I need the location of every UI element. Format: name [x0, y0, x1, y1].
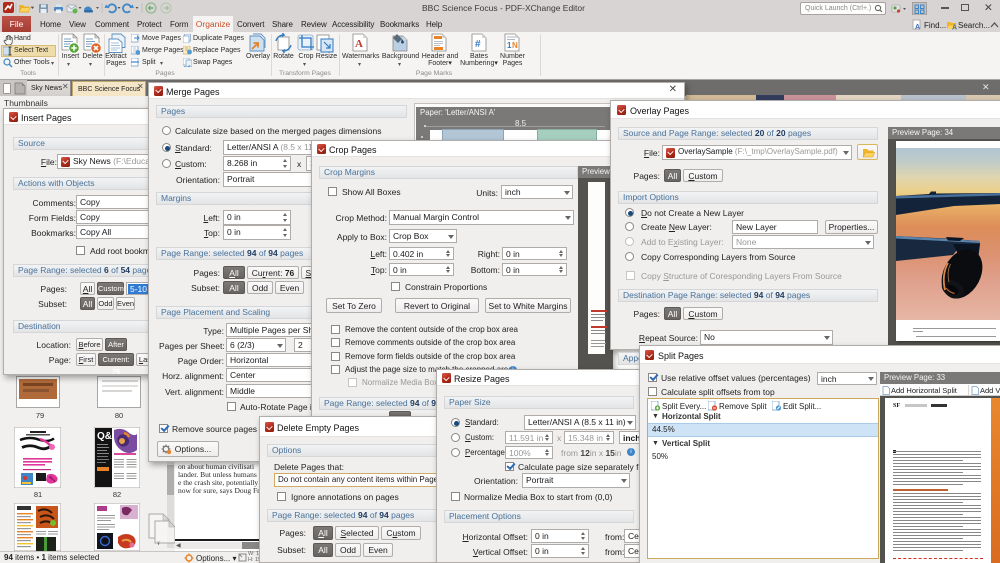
svg-text:A: A [915, 24, 920, 31]
svg-text:Find...: Find... [924, 21, 946, 30]
svg-text:Search...: Search... [958, 21, 990, 30]
svg-text:#: # [475, 39, 481, 50]
svg-text:N: N [512, 41, 518, 50]
svg-text:A: A [952, 25, 957, 32]
svg-text:A: A [355, 38, 363, 50]
